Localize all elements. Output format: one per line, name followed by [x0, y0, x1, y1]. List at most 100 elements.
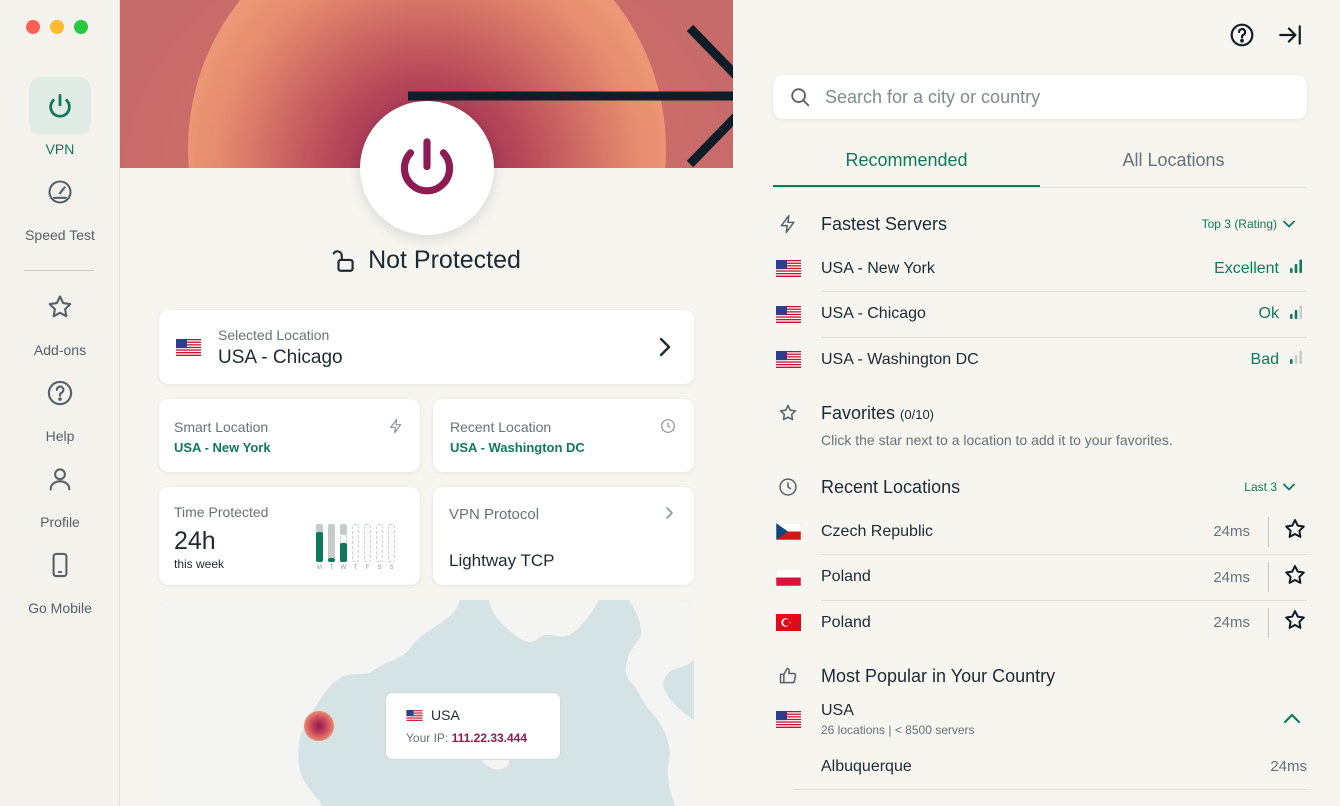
sidebar-item-vpn[interactable]: VPN: [0, 77, 120, 157]
day-label: T: [329, 565, 334, 571]
favorites-count: (0/10): [900, 406, 935, 422]
collapse-right-icon: [1279, 25, 1301, 45]
tab-recommended[interactable]: Recommended: [773, 140, 1040, 187]
favorite-star-icon[interactable]: [1283, 517, 1307, 546]
popular-country-sub: 26 locations | < 8500 servers: [821, 723, 975, 737]
ip-country: USA: [431, 707, 460, 723]
recent-location-row[interactable]: Poland 24ms: [773, 600, 1307, 645]
favorites-header: Favorites (0/10): [773, 398, 1307, 428]
location-name: Poland: [821, 568, 871, 585]
server-name: USA - Washington DC: [821, 350, 979, 368]
popular-header: Most Popular in Your Country: [773, 661, 1307, 691]
favorites-title-text: Favorites: [821, 402, 896, 423]
chevron-right-icon: [658, 336, 672, 363]
minimize-window-button[interactable]: [50, 20, 64, 34]
popular-country-row[interactable]: USA 26 locations | < 8500 servers: [773, 697, 1307, 742]
fastest-server-row[interactable]: USA - Washington DC Bad: [773, 337, 1307, 382]
speedometer-icon: [29, 163, 91, 221]
collapse-panel-button[interactable]: [1277, 22, 1303, 53]
server-name: USA - New York: [821, 259, 935, 277]
recent-locations-header: Recent Locations Last 3: [773, 472, 1307, 502]
us-flag-icon: [773, 305, 803, 323]
day-bar-track: [352, 524, 359, 562]
us-flag-icon: [406, 709, 423, 721]
selected-location-value: USA - Chicago: [218, 347, 343, 368]
sidebar-item-speed-test[interactable]: Speed Test: [0, 163, 120, 243]
recent-filter-dropdown[interactable]: Last 3: [1244, 480, 1295, 494]
chevron-up-icon[interactable]: [1283, 711, 1301, 729]
vertical-divider: [1268, 516, 1269, 547]
server-quality: Bad: [1250, 350, 1279, 368]
favorites-hint: Click the star next to a location to add…: [821, 432, 1173, 448]
popular-country-name: USA: [821, 702, 854, 719]
recent-locations-title: Recent Locations: [821, 476, 961, 497]
clock-icon: [773, 477, 803, 497]
day-label: T: [353, 565, 358, 571]
us-flag-icon: [773, 711, 803, 728]
day-bar-track: [328, 524, 335, 562]
location-name: Czech Republic: [821, 522, 934, 540]
fastest-servers-header: Fastest Servers Top 3 (Rating): [773, 209, 1307, 239]
smart-location-card[interactable]: Smart Location USA - New York: [159, 399, 420, 472]
vpn-protocol-value: Lightway TCP: [449, 551, 555, 570]
signal-strength-icon: [1289, 304, 1303, 325]
day-bar: S: [376, 524, 383, 571]
zoom-window-button[interactable]: [74, 20, 88, 34]
fastest-servers-title: Fastest Servers: [821, 213, 948, 234]
sidebar-item-label: Add-ons: [33, 342, 87, 358]
window-controls: [26, 20, 88, 34]
help-button[interactable]: [1229, 22, 1255, 53]
day-bar: W: [340, 524, 347, 571]
lightning-icon: [773, 214, 803, 234]
day-bar-fill: [316, 531, 323, 562]
day-label: M: [317, 565, 322, 571]
sidebar-item-profile[interactable]: Profile: [0, 450, 120, 530]
favorite-star-icon[interactable]: [1283, 563, 1307, 592]
sidebar-item-label: Go Mobile: [28, 600, 92, 616]
close-window-button[interactable]: [26, 20, 40, 34]
pl-flag-icon: [773, 568, 803, 586]
fastest-server-row[interactable]: USA - New York Excellent: [773, 246, 1307, 291]
recent-location-card[interactable]: Recent Location USA - Washington DC: [433, 399, 694, 472]
star-icon: [29, 278, 91, 336]
location-marker[interactable]: [304, 711, 334, 741]
fastest-filter-dropdown[interactable]: Top 3 (Rating): [1202, 217, 1295, 231]
lightning-icon: [388, 418, 404, 439]
signal-strength-icon: [1289, 349, 1303, 370]
thumbs-up-icon: [773, 666, 803, 686]
recent-filter-label: Last 3: [1244, 480, 1277, 494]
day-bar: S: [388, 524, 395, 571]
row-divider: [793, 789, 1307, 790]
fastest-server-row[interactable]: USA - Chicago Ok: [773, 292, 1307, 337]
day-bar-track: [364, 524, 371, 562]
sidebar-item-help[interactable]: Help: [0, 364, 120, 444]
recent-location-row[interactable]: Poland 24ms: [773, 555, 1307, 600]
sidebar-item-label: Help: [45, 428, 75, 444]
favorite-star-icon[interactable]: [1283, 608, 1307, 637]
popular-city-row[interactable]: Albuquerque 24ms: [773, 744, 1307, 789]
search-input[interactable]: [825, 86, 1265, 108]
server-name: USA - Chicago: [821, 305, 926, 322]
day-bar: F: [364, 524, 371, 571]
time-protected-card: Time Protected 24h this week M TWT F S S: [159, 487, 420, 585]
day-bar: M: [316, 524, 323, 571]
tab-all-locations[interactable]: All Locations: [1040, 140, 1307, 187]
sidebar-item-add-ons[interactable]: Add-ons: [0, 278, 120, 358]
selected-location-card[interactable]: Selected Location USA - Chicago: [159, 310, 694, 384]
vpn-protocol-card[interactable]: VPN Protocol Lightway TCP: [433, 487, 694, 585]
server-quality: Excellent: [1214, 259, 1279, 277]
sidebar-item-go-mobile[interactable]: Go Mobile: [0, 536, 120, 616]
day-label: F: [365, 565, 370, 571]
location-ping: 24ms: [1213, 614, 1250, 631]
chevron-down-icon: [1283, 220, 1295, 228]
recent-location-row[interactable]: Czech Republic 24ms: [773, 509, 1307, 554]
popular-city-name: Albuquerque: [821, 757, 912, 775]
time-protected-label: Time Protected: [174, 504, 269, 520]
cz-flag-icon: [773, 523, 803, 540]
location-tabs: Recommended All Locations: [773, 140, 1307, 188]
star-icon: [773, 403, 803, 423]
day-bar-track: [388, 524, 395, 562]
location-map[interactable]: USA Your IP: 111.22.33.444: [159, 600, 694, 806]
fastest-filter-label: Top 3 (Rating): [1201, 217, 1277, 231]
search-box[interactable]: [773, 75, 1307, 119]
